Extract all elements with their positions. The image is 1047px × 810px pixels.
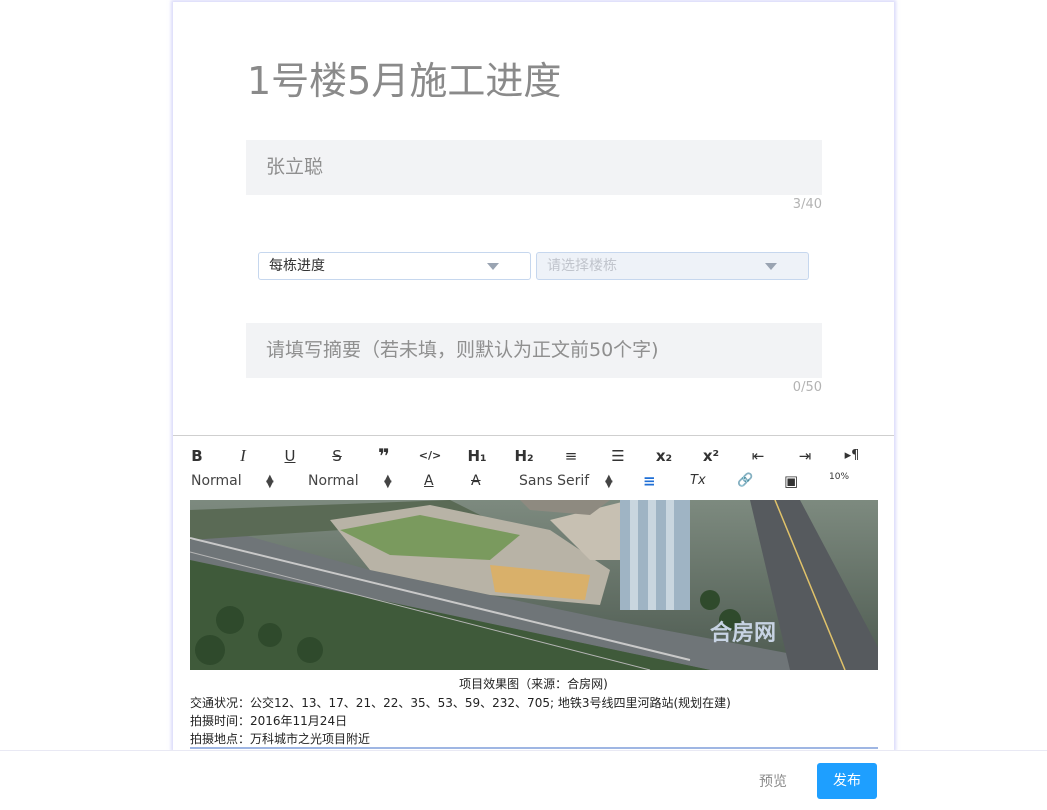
indent-icon[interactable]: ⇥	[792, 446, 818, 466]
size-picker[interactable]: Normal	[191, 471, 242, 491]
font-picker[interactable]: Sans Serif	[519, 471, 589, 491]
photo-location-line: 拍摄地点：万科城市之光项目附近	[190, 732, 371, 746]
watermark-text: 合房网	[710, 620, 776, 645]
subscript-icon[interactable]: x₂	[651, 446, 677, 466]
font-picker-arrows-icon: ▲ ▼	[605, 473, 613, 490]
italic-icon[interactable]: I	[230, 446, 256, 466]
summary-char-counter: 0/50	[792, 380, 822, 395]
summary-input[interactable]: 请填写摘要（若未填，则默认为正文前50个字)	[246, 323, 822, 378]
traffic-line: 交通状况：公交12、13、17、21、22、35、53、59、232、705; …	[190, 696, 731, 710]
text-color-icon[interactable]: A	[424, 471, 434, 491]
blockquote-icon[interactable]: ❞	[371, 446, 397, 466]
editor-toolbar: B I U S ❞ </> H₁ H₂ ≡ ☰ x₂ x² ⇤ ⇥ ▸¶ Nor…	[173, 435, 894, 501]
article-editor-card: 1号楼5月施工进度 张立聪 3/40 每栋进度 请选择楼栋 请填写摘要（若未填，…	[173, 2, 894, 750]
background-color-icon[interactable]: A	[471, 471, 481, 491]
project-rendering-image: 合房网	[190, 500, 878, 670]
header-picker[interactable]: Normal	[308, 471, 359, 491]
aerial-city-image: 合房网	[190, 500, 878, 670]
chevron-down-icon	[487, 263, 499, 270]
category-select-value: 每栋进度	[269, 258, 325, 274]
building-select[interactable]: 请选择楼栋	[536, 252, 809, 280]
code-block-icon[interactable]: </>	[417, 446, 443, 466]
header-picker-arrows-icon: ▲ ▼	[384, 473, 392, 490]
image-icon[interactable]: ▣	[784, 471, 798, 491]
superscript-icon[interactable]: x²	[698, 446, 724, 466]
author-input[interactable]: 张立聪	[246, 140, 822, 195]
bold-icon[interactable]: B	[184, 446, 210, 466]
content-divider	[190, 747, 878, 749]
chevron-down-icon	[765, 263, 777, 270]
outdent-icon[interactable]: ⇤	[745, 446, 771, 466]
align-icon[interactable]: ≡	[643, 471, 656, 491]
author-char-counter: 3/40	[792, 197, 822, 212]
ordered-list-icon[interactable]: ≡	[558, 446, 584, 466]
photo-time-line: 拍摄时间：2016年11月24日	[190, 714, 348, 728]
video-icon[interactable]: 10%	[829, 472, 849, 482]
building-select-placeholder: 请选择楼栋	[547, 258, 617, 274]
size-picker-arrows-icon: ▲ ▼	[266, 473, 274, 490]
link-icon[interactable]: 🔗	[737, 471, 753, 491]
preview-button[interactable]: 预览	[759, 771, 787, 791]
editor-content[interactable]: 合房网 项目效果图（来源：合房网) 交通状况：公交12、13、17、21、22、…	[173, 500, 894, 750]
rtl-direction-icon[interactable]: ▸¶	[839, 446, 865, 466]
action-bar: 预览 发布	[0, 750, 1047, 810]
category-select[interactable]: 每栋进度	[258, 252, 531, 280]
article-title[interactable]: 1号楼5月施工进度	[247, 50, 561, 105]
header-2-icon[interactable]: H₂	[511, 446, 537, 466]
clean-format-icon[interactable]: Tx	[690, 471, 706, 491]
header-1-icon[interactable]: H₁	[464, 446, 490, 466]
publish-button[interactable]: 发布	[817, 763, 877, 799]
bullet-list-icon[interactable]: ☰	[605, 446, 631, 466]
underline-icon[interactable]: U	[277, 446, 303, 466]
strike-icon[interactable]: S	[324, 446, 350, 466]
image-caption: 项目效果图（来源：合房网)	[459, 677, 608, 691]
